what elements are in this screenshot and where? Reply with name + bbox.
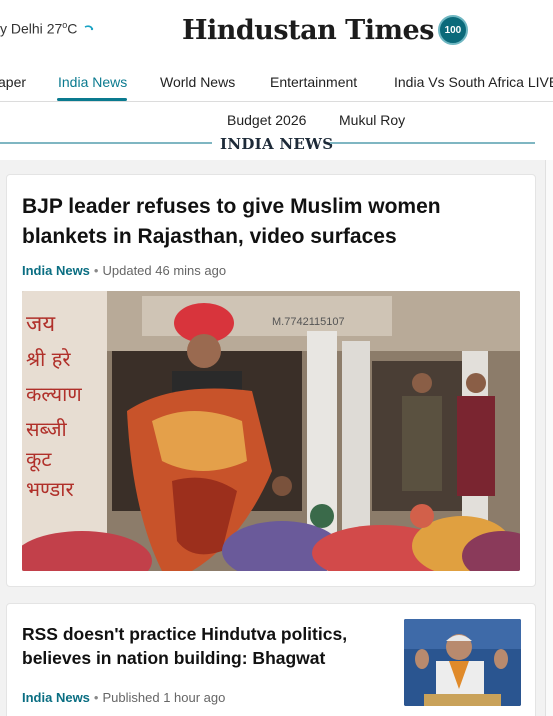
- nav-item-entertainment[interactable]: Entertainment: [270, 74, 357, 90]
- trending-item-budget[interactable]: Budget 2026: [227, 112, 306, 128]
- weather-city: y Delhi: [0, 20, 43, 37]
- section-divider-right: [330, 142, 535, 144]
- wall-text-6: भण्डार: [26, 477, 74, 501]
- article-time: Published 1 hour ago: [102, 690, 226, 705]
- article-thumbnail[interactable]: [404, 619, 521, 706]
- photo-sign-text: M.7742115107: [272, 316, 345, 328]
- meta-separator: •: [93, 690, 99, 705]
- trending-item-mukul-roy[interactable]: Mukul Roy: [339, 112, 405, 128]
- article-time: Updated 46 mins ago: [102, 263, 227, 278]
- wall-text-2: श्री हरे: [26, 347, 71, 371]
- site-logo[interactable]: Hindustan Times 100: [182, 12, 468, 48]
- article-category[interactable]: India News: [22, 690, 90, 705]
- scrollbar-track[interactable]: [545, 160, 553, 716]
- article-card[interactable]: BJP leader refuses to give Muslim women …: [6, 174, 536, 587]
- article-card[interactable]: RSS doesn't practice Hindutva politics, …: [6, 603, 536, 716]
- article-meta: India News • Published 1 hour ago: [22, 690, 225, 705]
- logo-text: Hindustan Times: [182, 14, 434, 46]
- site-header: y Delhi 27oC Hindustan Times 100: [0, 0, 553, 62]
- nav-item-india-news[interactable]: India News: [58, 74, 127, 90]
- news-feed: BJP leader refuses to give Muslim women …: [0, 160, 553, 716]
- weather-widget[interactable]: y Delhi 27oC: [0, 20, 77, 37]
- cloud-icon: [84, 25, 94, 31]
- article-category[interactable]: India News: [22, 263, 90, 278]
- weather-unit: C: [67, 20, 78, 37]
- article-meta: India News • Updated 46 mins ago: [22, 263, 226, 278]
- thumbnail-illustration: [404, 619, 521, 706]
- section-divider-left: [0, 142, 212, 144]
- article-headline[interactable]: RSS doesn't practice Hindutva politics, …: [22, 622, 382, 670]
- main-nav: aper India News World News Entertainment…: [0, 62, 553, 102]
- section-title: INDIA NEWS: [220, 135, 334, 153]
- wall-text-3: कल्याण: [26, 382, 82, 406]
- weather-temp: 27: [46, 20, 63, 37]
- wall-text-1: जय: [26, 312, 56, 337]
- trending-nav: Budget 2026 Mukul Roy: [0, 103, 553, 139]
- article-headline[interactable]: BJP leader refuses to give Muslim women …: [22, 192, 512, 252]
- wall-text-4: सब्जी: [26, 417, 68, 441]
- photo-illustration: M.7742115107 जय श्री हरे कल्याण सब्जी कू…: [22, 291, 520, 571]
- article-photo[interactable]: M.7742115107 जय श्री हरे कल्याण सब्जी कू…: [22, 291, 520, 571]
- nav-item-epaper[interactable]: aper: [0, 74, 26, 90]
- meta-separator: •: [93, 263, 99, 278]
- nav-item-world-news[interactable]: World News: [160, 74, 235, 90]
- wall-text-5: कूट: [26, 447, 52, 472]
- active-tab-indicator: [57, 98, 127, 101]
- nav-item-ind-vs-sa-live[interactable]: India Vs South Africa LIVE: [394, 74, 553, 90]
- logo-badge: 100: [437, 15, 468, 45]
